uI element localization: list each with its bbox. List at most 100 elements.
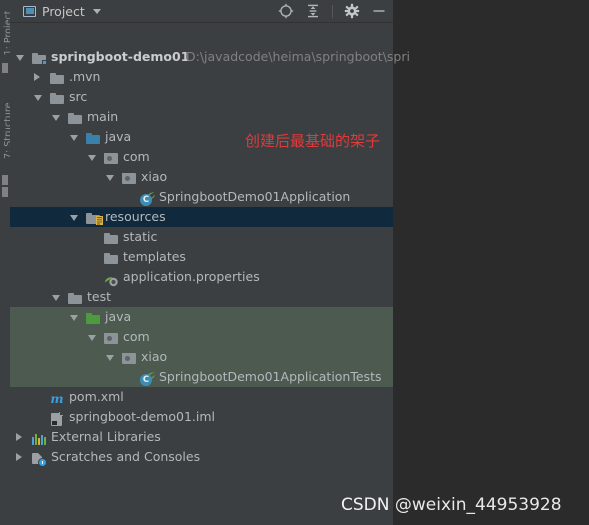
tree-row[interactable]: templates: [10, 247, 393, 267]
tree-row[interactable]: C SpringbootDemo01ApplicationTests: [10, 367, 393, 387]
tree-row-path: D:\javadcode\heima\springboot\spri: [186, 49, 410, 64]
tree-row[interactable]: m pom.xml: [10, 387, 393, 407]
scratches-icon: [32, 453, 47, 467]
annotation-text: 创建后最基础的架子: [245, 132, 381, 150]
sources-folder-icon: [86, 133, 100, 144]
spring-class-icon: C: [140, 192, 155, 206]
tree-expand-arrow[interactable]: [16, 55, 24, 61]
tree-row-label: SpringbootDemo01Application: [159, 189, 351, 204]
watermark-user: @weixin_44953928: [389, 495, 562, 515]
tree-row-label: src: [69, 89, 88, 104]
properties-file-icon: [104, 273, 119, 287]
tree-row-label: com: [123, 329, 150, 344]
test-sources-folder-icon: [86, 313, 100, 324]
project-tree-container: springboot-demo01 D:\javadcode\heima\spri…: [10, 22, 410, 525]
tool-strip-marker: [2, 187, 8, 197]
resources-folder-icon: [86, 213, 103, 225]
tree-expand-arrow[interactable]: [34, 73, 40, 81]
tree-expand-arrow[interactable]: [34, 95, 42, 101]
module-folder-icon: [32, 53, 47, 65]
tree-row[interactable]: External Libraries: [10, 427, 393, 447]
project-panel-actions: [278, 0, 387, 22]
tree-row[interactable]: .mvn: [10, 67, 393, 87]
package-icon: [122, 173, 136, 184]
tree-row-label: templates: [123, 249, 186, 264]
watermark: CSDN @weixin_44953928: [341, 495, 562, 515]
tree-expand-arrow[interactable]: [70, 315, 78, 321]
project-panel-header: Project: [10, 0, 393, 23]
project-icon: [23, 5, 36, 17]
package-icon: [104, 153, 118, 164]
tree-row-label: com: [123, 149, 150, 164]
folder-icon: [68, 293, 82, 304]
project-tree[interactable]: springboot-demo01 D:\javadcode\heima\spri…: [10, 47, 410, 467]
folder-icon: [104, 253, 118, 264]
tree-expand-arrow[interactable]: [106, 355, 114, 361]
tree-row[interactable]: application.properties: [10, 267, 393, 287]
settings-gear-icon[interactable]: [344, 3, 360, 19]
project-panel-title-group[interactable]: Project: [23, 0, 101, 22]
folder-icon: [104, 233, 118, 244]
tree-expand-arrow[interactable]: [106, 175, 114, 181]
watermark-prefix: CSDN: [341, 495, 390, 515]
folder-icon: [68, 113, 82, 124]
select-opened-file-icon[interactable]: [278, 3, 294, 19]
hide-panel-icon[interactable]: [371, 3, 387, 19]
package-icon: [104, 333, 118, 344]
tree-row-label: test: [87, 289, 112, 304]
collapse-all-icon[interactable]: [305, 3, 321, 19]
left-tool-strip: 1: Project 7: Structure: [0, 0, 14, 525]
tree-row[interactable]: static: [10, 227, 393, 247]
tree-row[interactable]: main: [10, 107, 393, 127]
tree-row[interactable]: springboot-demo01.iml: [10, 407, 393, 427]
tree-row-label: springboot-demo01.iml: [69, 409, 216, 424]
tree-row[interactable]: com: [10, 327, 393, 347]
iml-file-icon: [51, 412, 63, 426]
tree-row[interactable]: resources: [10, 207, 393, 227]
tree-row-label: application.properties: [123, 269, 260, 284]
tree-row-label: xiao: [141, 349, 168, 364]
tree-expand-arrow[interactable]: [88, 335, 96, 341]
tree-expand-arrow[interactable]: [70, 135, 78, 141]
tree-expand-arrow[interactable]: [88, 155, 96, 161]
tree-row[interactable]: xiao: [10, 167, 393, 187]
tree-row-label: main: [87, 109, 119, 124]
folder-icon: [50, 93, 64, 104]
tree-row-label: java: [105, 309, 132, 324]
tree-row-label: .mvn: [69, 69, 101, 84]
tree-row-label: java: [105, 129, 132, 144]
panel-title: Project: [42, 3, 85, 19]
tree-row[interactable]: Scratches and Consoles: [10, 447, 393, 467]
tree-row[interactable]: test: [10, 287, 393, 307]
tree-row[interactable]: src: [10, 87, 393, 107]
tree-row-label: resources: [105, 209, 166, 224]
toolbar-separator: [332, 4, 333, 18]
tree-row[interactable]: xiao: [10, 347, 393, 367]
tree-row-label: xiao: [141, 169, 168, 184]
package-icon: [122, 353, 136, 364]
maven-icon: m: [50, 391, 64, 406]
tree-row-label: springboot-demo01: [51, 49, 190, 64]
tree-expand-arrow[interactable]: [16, 453, 22, 461]
spring-test-class-icon: C: [140, 372, 155, 386]
tree-row-label: SpringbootDemo01ApplicationTests: [159, 369, 382, 384]
tree-expand-arrow[interactable]: [52, 295, 60, 301]
chevron-down-icon[interactable]: [92, 8, 101, 14]
editor-background: [393, 0, 589, 525]
tree-row[interactable]: C SpringbootDemo01Application: [10, 187, 393, 207]
tree-expand-arrow[interactable]: [16, 433, 22, 441]
tree-expand-arrow[interactable]: [52, 115, 60, 121]
tree-row[interactable]: springboot-demo01 D:\javadcode\heima\spri…: [10, 47, 410, 67]
tool-strip-marker: [2, 63, 8, 73]
tree-row-label: pom.xml: [69, 389, 124, 404]
folder-icon: [50, 73, 64, 84]
tool-strip-marker: [2, 175, 8, 185]
tree-row-label: Scratches and Consoles: [51, 449, 201, 464]
tree-row-label: static: [123, 229, 158, 244]
project-tool-window: springboot-demo01 D:\javadcode\heima\spri…: [10, 0, 410, 525]
tree-expand-arrow[interactable]: [70, 215, 78, 221]
ide-window: 1: Project 7: Structure springboot-demo0…: [0, 0, 589, 525]
libraries-icon: [32, 434, 46, 445]
tree-row[interactable]: java: [10, 307, 393, 327]
tree-row-label: External Libraries: [51, 429, 161, 444]
